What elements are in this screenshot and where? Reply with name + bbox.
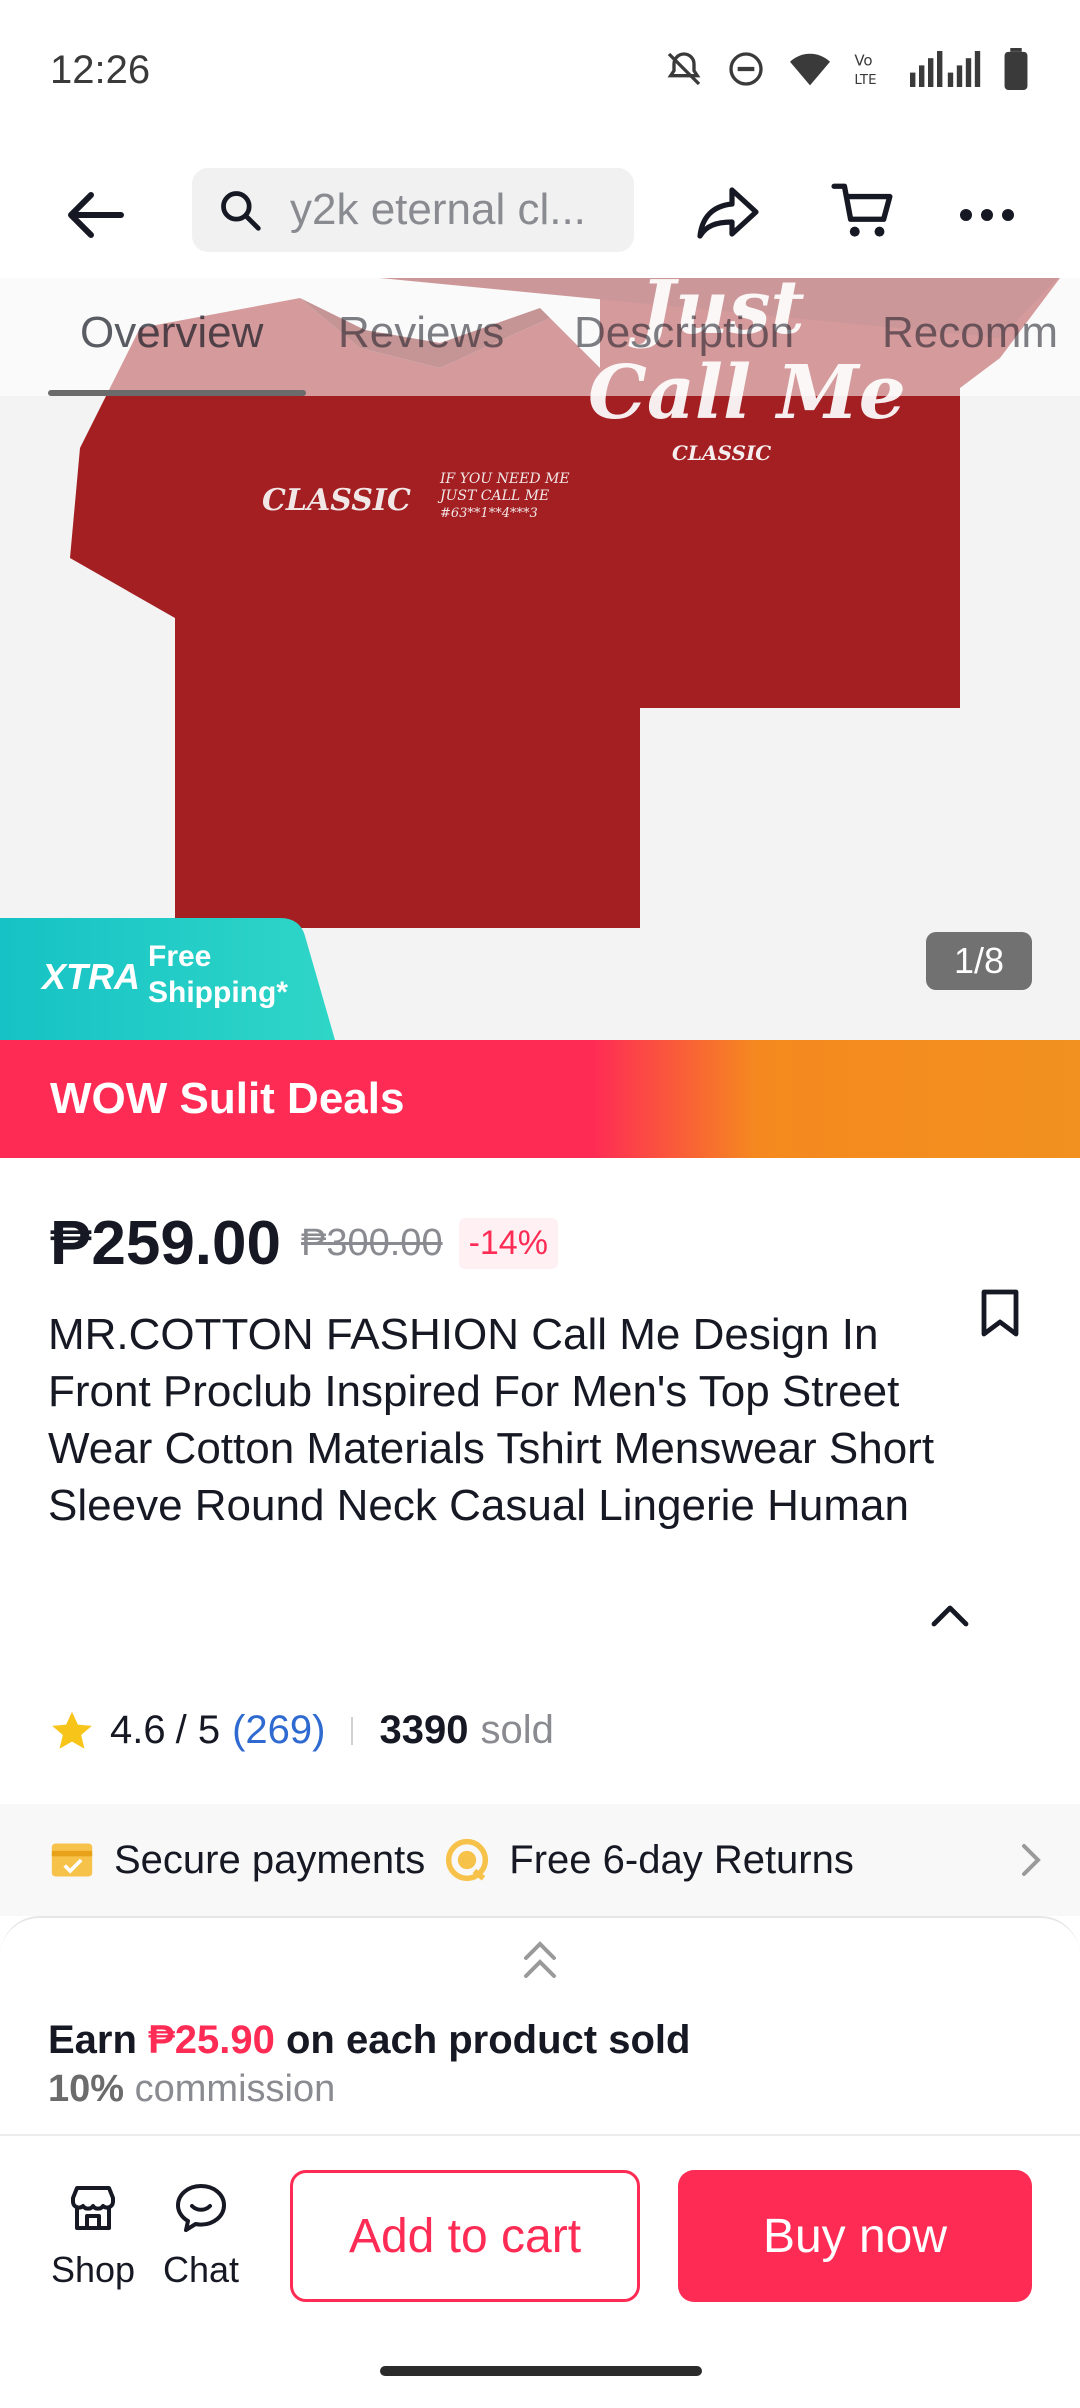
battery-icon bbox=[1004, 48, 1028, 90]
home-indicator[interactable] bbox=[380, 2366, 702, 2376]
bell-off-icon bbox=[667, 52, 701, 86]
double-chevron-up-icon[interactable] bbox=[522, 1938, 558, 1982]
secure-payments-label: Secure payments bbox=[114, 1837, 426, 1882]
dnd-icon bbox=[729, 52, 763, 86]
search-input[interactable]: y2k eternal cl... bbox=[192, 168, 634, 252]
signal-icon bbox=[910, 51, 981, 87]
divider bbox=[351, 1716, 354, 1745]
commission-line: 10% commission bbox=[48, 2068, 335, 2111]
svg-text:#63**1**4***3: #63**1**4***3 bbox=[440, 506, 538, 521]
status-icons: Vo LTE bbox=[664, 48, 1028, 90]
chevron-right-icon bbox=[1022, 1844, 1041, 1876]
svg-text:IF YOU NEED ME: IF YOU NEED ME bbox=[439, 471, 570, 487]
arrow-left-icon bbox=[68, 192, 124, 238]
xtra-label: XTRA bbox=[42, 956, 140, 997]
shop-icon bbox=[71, 2186, 115, 2230]
share-icon bbox=[697, 187, 759, 239]
price-row: ₱259.00 ₱300.00 -14% bbox=[50, 1208, 558, 1279]
bookmark-icon bbox=[981, 1289, 1019, 1337]
discount-badge: -14% bbox=[458, 1218, 558, 1269]
cart-button[interactable] bbox=[830, 178, 900, 248]
section-tabs: Overview Reviews Description Recomm bbox=[0, 278, 1080, 396]
promo-label: WOW Sulit Deals bbox=[50, 1074, 405, 1123]
cart-icon bbox=[831, 183, 893, 237]
xtra-line1: Free bbox=[148, 940, 212, 973]
svg-text:JUST CALL ME: JUST CALL ME bbox=[437, 488, 549, 504]
commission-sheet[interactable]: Earn ₱25.90 on each product sold 10% com… bbox=[0, 1916, 1080, 2134]
tab-underline bbox=[48, 390, 306, 396]
services-row[interactable]: Secure payments Free 6-day Returns bbox=[0, 1804, 1080, 1916]
earn-line: Earn ₱25.90 on each product sold bbox=[48, 2018, 690, 2063]
status-bar: 12:26 Vo LTE bbox=[0, 0, 1080, 140]
tab-description[interactable]: Description bbox=[574, 308, 794, 358]
search-icon bbox=[218, 186, 266, 234]
tab-overview[interactable]: Overview bbox=[80, 308, 263, 358]
product-title: MR.COTTON FASHION Call Me Design In Fron… bbox=[48, 1310, 935, 1530]
bookmark-button[interactable] bbox=[980, 1288, 1024, 1340]
search-text: y2k eternal cl... bbox=[290, 185, 586, 234]
sold-label: sold bbox=[480, 1708, 554, 1752]
more-icon bbox=[960, 209, 1014, 221]
current-price: ₱259.00 bbox=[50, 1209, 281, 1278]
rating-row[interactable]: 4.6 / 5 (269) 3390 sold bbox=[50, 1708, 554, 1753]
review-count[interactable]: (269) bbox=[232, 1708, 325, 1753]
xtra-line2: Shipping* bbox=[148, 976, 288, 1009]
svg-text:Vo: Vo bbox=[854, 52, 872, 70]
share-button[interactable] bbox=[696, 180, 766, 250]
shop-label: Shop bbox=[50, 2249, 136, 2290]
shop-button[interactable]: Shop bbox=[48, 2182, 138, 2291]
top-nav: y2k eternal cl... bbox=[0, 140, 1080, 280]
xtra-free-shipping-badge: XTRA Free Shipping* bbox=[0, 918, 338, 1040]
commission-percent: 10% bbox=[48, 2068, 125, 2110]
sold-count: 3390 bbox=[379, 1708, 469, 1752]
bottom-action-bar: Shop Chat Add to cart Buy now bbox=[0, 2134, 1080, 2354]
more-options-button[interactable] bbox=[952, 180, 1022, 250]
tab-reviews[interactable]: Reviews bbox=[338, 308, 504, 358]
returns-label: Free 6-day Returns bbox=[509, 1837, 854, 1882]
wifi-icon bbox=[790, 53, 830, 86]
original-price: ₱300.00 bbox=[301, 1222, 443, 1264]
collapse-title-button[interactable] bbox=[930, 1604, 970, 1634]
secure-payment-icon bbox=[51, 1843, 93, 1877]
star-icon bbox=[52, 1711, 92, 1749]
commission-label: commission bbox=[134, 2068, 336, 2110]
earn-amount: ₱25.90 bbox=[148, 2018, 275, 2062]
svg-text:LTE: LTE bbox=[854, 73, 876, 88]
shirt-front-text: CLASSIC bbox=[262, 483, 411, 518]
rating-score: 4.6 bbox=[110, 1708, 166, 1752]
add-to-cart-button[interactable]: Add to cart bbox=[290, 2170, 640, 2302]
volte-icon: Vo LTE bbox=[854, 52, 876, 88]
promo-banner[interactable]: WOW Sulit Deals bbox=[0, 1040, 1080, 1158]
tab-recommended[interactable]: Recomm bbox=[882, 308, 1058, 358]
earn-suffix: on each product sold bbox=[285, 2018, 691, 2062]
chat-button[interactable]: Chat bbox=[156, 2182, 246, 2291]
chat-label: Chat bbox=[162, 2249, 240, 2290]
returns-icon bbox=[446, 1838, 489, 1882]
back-button[interactable] bbox=[60, 180, 130, 250]
svg-text:CLASSIC: CLASSIC bbox=[672, 441, 771, 465]
image-counter: 1/8 bbox=[926, 932, 1032, 990]
chevron-up-icon bbox=[931, 1605, 969, 1627]
rating-max: / 5 bbox=[175, 1708, 221, 1752]
chat-icon bbox=[176, 2184, 226, 2232]
status-time: 12:26 bbox=[50, 48, 151, 92]
buy-now-button[interactable]: Buy now bbox=[678, 2170, 1032, 2302]
earn-prefix: Earn bbox=[48, 2018, 137, 2062]
